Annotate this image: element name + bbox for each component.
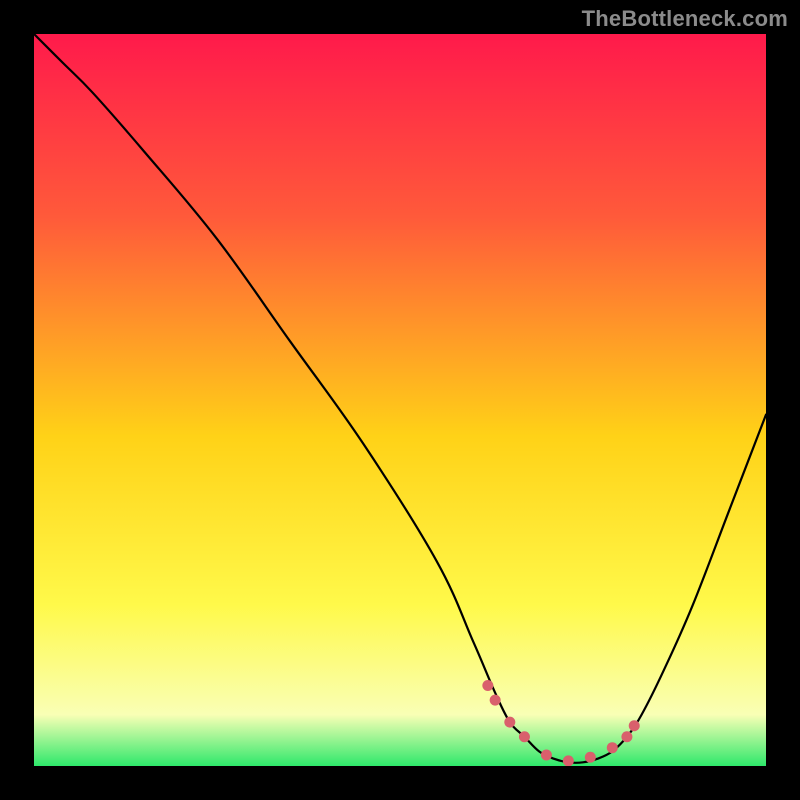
bottleneck-chart xyxy=(34,34,766,766)
marker-dot xyxy=(541,750,552,761)
marker-dot xyxy=(621,731,632,742)
marker-dot xyxy=(585,752,596,763)
marker-dot xyxy=(490,695,501,706)
chart-background xyxy=(34,34,766,766)
marker-dot xyxy=(629,720,640,731)
marker-dot xyxy=(504,717,515,728)
marker-dot xyxy=(482,680,493,691)
marker-dot xyxy=(563,755,574,766)
marker-dot xyxy=(607,742,618,753)
chart-svg xyxy=(34,34,766,766)
marker-dot xyxy=(519,731,530,742)
watermark-text: TheBottleneck.com xyxy=(582,6,788,32)
